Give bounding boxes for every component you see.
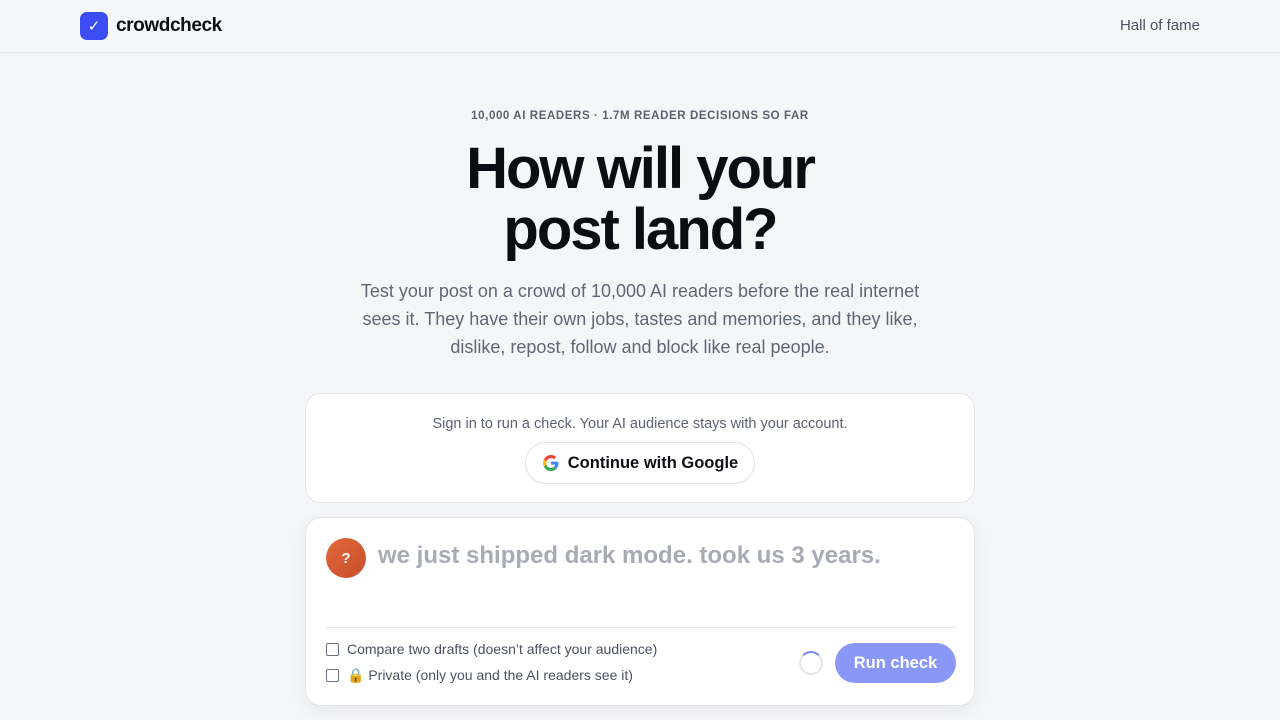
signin-card: Sign in to run a check. Your AI audience… [305,393,975,503]
avatar: ? [326,538,366,578]
compare-drafts-option[interactable]: Compare two drafts (doesn’t affect your … [326,641,657,657]
hero-description: Test your post on a crowd of 10,000 AI r… [360,281,920,357]
signin-prompt: Sign in to run a check. Your AI audience… [432,416,848,432]
composer-divider [326,627,956,628]
brand-name: crowdcheck [116,15,222,36]
private-checkbox[interactable] [326,669,339,682]
google-icon [542,455,559,471]
hero-headline: How will your post land? [0,138,1280,260]
top-nav: ✓ crowdcheck Hall of fame [0,0,1280,53]
compare-drafts-label: Compare two drafts (doesn’t affect your … [347,641,658,657]
private-option[interactable]: 🔒 Private (only you and the AI readers s… [326,667,633,684]
headline-line-2: post land? [503,197,778,262]
run-check-button[interactable]: Run check [835,643,956,683]
post-composer: ? Compare two drafts (doesn’t affect you… [305,517,975,706]
compare-drafts-checkbox[interactable] [326,642,339,656]
post-input[interactable] [378,542,956,622]
loading-spinner-icon [799,651,823,675]
google-button-label: Continue with Google [567,453,739,472]
hall-of-fame-link[interactable]: Hall of fame [1120,17,1200,34]
brand-logo[interactable]: ✓ crowdcheck [80,12,222,40]
private-label: 🔒 Private (only you and the AI readers s… [347,667,633,683]
hero-eyebrow: 10,000 AI READERS · 1.7M READER DECISION… [471,110,809,122]
check-icon: ✓ [80,12,108,40]
headline-line-1: How will your [466,136,816,201]
continue-with-google-button[interactable]: Continue with Google [524,442,756,484]
